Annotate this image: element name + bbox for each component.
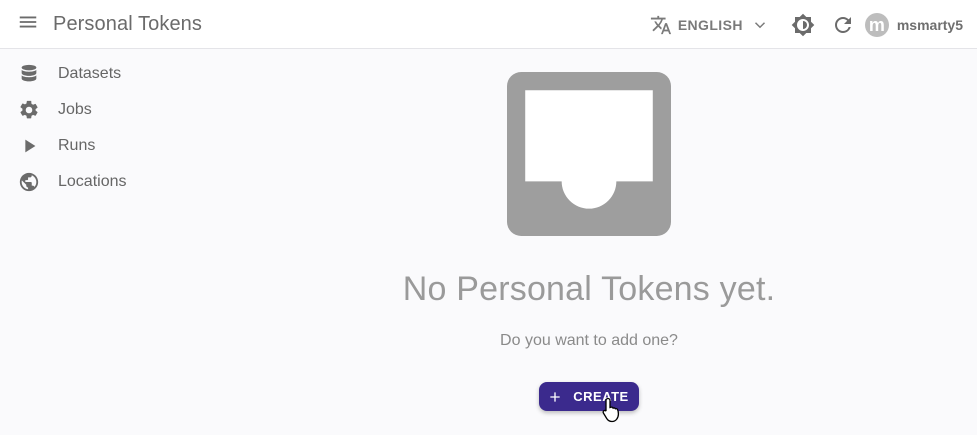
pointer-cursor-icon [602, 397, 622, 423]
empty-state-subtitle: Do you want to add one? [500, 332, 678, 349]
language-selector[interactable]: ENGLISH [650, 14, 769, 36]
plus-icon [547, 389, 563, 405]
create-button[interactable]: CREATE [539, 382, 639, 411]
menu-icon [17, 11, 39, 38]
sidebar-item-label: Jobs [58, 101, 92, 118]
menu-button[interactable] [0, 0, 56, 49]
globe-icon [18, 171, 40, 193]
refresh-button[interactable] [823, 5, 863, 45]
refresh-icon [831, 13, 855, 37]
theme-toggle-button[interactable] [783, 5, 823, 45]
page-title: Personal Tokens [53, 12, 202, 35]
chevron-down-icon [743, 16, 769, 34]
empty-state-title: No Personal Tokens yet. [402, 270, 776, 308]
avatar: m [864, 12, 889, 37]
sidebar-item-runs[interactable]: Runs [0, 128, 200, 164]
header-tools: ENGLISH m msmarty5 [650, 0, 963, 49]
gear-icon [18, 99, 40, 121]
sidebar-item-datasets[interactable]: Datasets [0, 56, 200, 92]
language-label: ENGLISH [677, 16, 743, 33]
sidebar-item-label: Datasets [58, 65, 122, 82]
play-icon [18, 135, 40, 157]
translate-icon [650, 14, 672, 36]
user-menu[interactable]: m msmarty5 [864, 12, 963, 37]
database-icon [18, 63, 40, 85]
sidebar: Datasets Jobs Runs Locations [0, 56, 200, 200]
app-bar: Personal Tokens ENGLISH m msmarty5 [0, 0, 977, 49]
empty-state: No Personal Tokens yet. Do you want to a… [380, 72, 798, 411]
sidebar-item-locations[interactable]: Locations [0, 164, 200, 200]
sidebar-item-label: Locations [58, 173, 127, 190]
sidebar-item-label: Runs [58, 137, 96, 154]
inbox-icon [507, 72, 671, 236]
sidebar-item-jobs[interactable]: Jobs [0, 92, 200, 128]
username: msmarty5 [896, 16, 963, 33]
theme-toggle-icon [791, 13, 815, 37]
